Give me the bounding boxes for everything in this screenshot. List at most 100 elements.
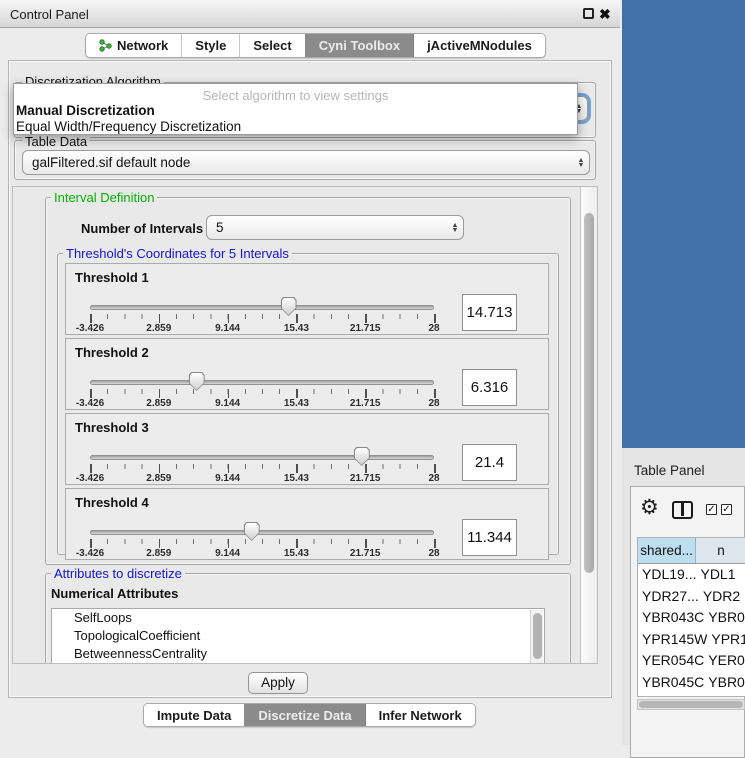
cell-shared-name[interactable]: YDL19...: [638, 564, 696, 586]
cell-name[interactable]: YBR0: [704, 607, 745, 629]
threshold-row: Threshold 3 21.4 -3.4262.8599.14415.4321…: [65, 413, 549, 485]
attribute-list-item[interactable]: SelfLoops: [52, 609, 544, 627]
slider-minor-ticks: [90, 389, 435, 394]
cell-name[interactable]: YPR1: [707, 629, 745, 651]
slider-major-tick: [365, 389, 367, 398]
gear-icon[interactable]: ⚙: [640, 495, 659, 520]
slider-tick-label: 21.715: [350, 473, 381, 484]
list-scrollbar-thumb[interactable]: [533, 613, 542, 659]
slider-tick-label: 28: [428, 398, 439, 409]
settings-scrollbar[interactable]: [580, 187, 597, 663]
network-window-frame: GAL80GCGAL11GAL4GCY1HHAP2: [622, 0, 745, 448]
panel-title: Control Panel: [10, 7, 89, 22]
slider-major-tick: [90, 314, 92, 323]
cell-shared-name[interactable]: YBR045C: [638, 672, 704, 694]
table-row[interactable]: YDR27...YDR2: [638, 586, 745, 608]
close-icon[interactable]: ✖: [599, 6, 611, 23]
cell-name[interactable]: YBL0: [705, 693, 745, 697]
threshold-value-field[interactable]: 21.4: [462, 444, 517, 481]
attribute-list-item[interactable]: BetweennessCentrality: [52, 645, 544, 663]
cell-name[interactable]: YBR0: [704, 672, 745, 694]
tab-jactivemnodules[interactable]: jActiveMNodules: [413, 34, 545, 57]
threshold-value-field[interactable]: 11.344: [462, 519, 517, 556]
network-icon: [99, 39, 112, 52]
list-scrollbar[interactable]: [530, 610, 543, 664]
slider-major-tick: [159, 389, 161, 398]
cell-name[interactable]: YDR2: [699, 586, 745, 608]
top-tabbar: Network Style Select Cyni ToolboxjActiveMNo…: [85, 33, 546, 58]
cell-shared-name[interactable]: YDR27...: [638, 586, 699, 608]
checkbox-icon[interactable]: ✓: [706, 504, 717, 515]
slider-major-tick: [434, 314, 436, 323]
slider-tick-label: 15.43: [284, 398, 309, 409]
column-header-name[interactable]: n: [696, 538, 745, 563]
attribute-list-item[interactable]: TopologicalCoefficient: [52, 627, 544, 645]
threshold-slider-track[interactable]: [90, 530, 434, 535]
tab-network[interactable]: Network: [86, 34, 181, 57]
threshold-slider-track[interactable]: [90, 455, 434, 460]
table-row[interactable]: YPR145WYPR1: [638, 629, 745, 651]
threshold-slider-track[interactable]: [90, 305, 434, 310]
slider-major-tick: [365, 464, 367, 473]
tab-label: Network: [117, 38, 168, 53]
number-of-intervals-value: 5: [207, 220, 447, 235]
cell-name[interactable]: YER0: [704, 650, 745, 672]
table-toolbar: ⚙ ✓ ✓: [631, 487, 744, 535]
combo-stepper-icon: ▲▼: [447, 216, 463, 239]
slider-major-tick: [365, 539, 367, 548]
cell-shared-name[interactable]: YPR145W: [638, 629, 707, 651]
algorithm-option-equal-width[interactable]: Equal Width/Frequency Discretization: [16, 119, 241, 134]
slider-tick-label: 28: [428, 323, 439, 334]
tab-select[interactable]: Select: [239, 34, 304, 57]
tab-label: Style: [195, 38, 226, 53]
slider-major-tick: [434, 539, 436, 548]
threshold-label: Threshold 4: [75, 495, 149, 510]
apply-button[interactable]: Apply: [248, 672, 308, 694]
settings-scrollbar-thumb[interactable]: [584, 213, 594, 573]
table-row[interactable]: YBR045CYBR0: [638, 672, 745, 694]
attributes-group-title: Attributes to discretize: [51, 566, 185, 581]
table-row[interactable]: YBL079WYBL0: [638, 693, 745, 697]
algorithm-option-manual[interactable]: Manual Discretization: [16, 103, 155, 118]
cell-shared-name[interactable]: YBL079W: [638, 693, 705, 697]
split-columns-icon[interactable]: [672, 501, 693, 519]
table-panel-area: Table Panel ⚙ ✓ ✓ shared... n YDL19...YD…: [622, 448, 745, 745]
table-hscrollbar[interactable]: [637, 699, 745, 710]
numerical-attributes-list[interactable]: SelfLoopsTopologicalCoefficientBetweenne…: [51, 608, 545, 664]
slider-tick-label: -3.426: [76, 398, 104, 409]
tab-label: Impute Data: [157, 708, 231, 723]
slider-tick-label: 28: [428, 473, 439, 484]
slider-tick-label: 9.144: [215, 473, 240, 484]
combo-stepper-icon: ▲▼: [573, 151, 589, 174]
node-table[interactable]: shared... n YDL19...YDL1YDR27...YDR2YBR0…: [637, 537, 745, 697]
float-window-icon[interactable]: [583, 8, 594, 19]
slider-major-tick: [296, 539, 298, 548]
slider-major-tick: [159, 314, 161, 323]
table-data-combobox[interactable]: galFiltered.sif default node ▲▼: [22, 150, 590, 175]
cell-shared-name[interactable]: YBR043C: [638, 607, 704, 629]
slider-major-tick: [296, 464, 298, 473]
tab-discretize-data[interactable]: Discretize Data: [244, 704, 364, 726]
cell-shared-name[interactable]: YER054C: [638, 650, 704, 672]
tab-label: Select: [253, 38, 291, 53]
checkbox-icon[interactable]: ✓: [721, 504, 732, 515]
threshold-slider-track[interactable]: [90, 380, 434, 385]
tab-infer-network[interactable]: Infer Network: [365, 704, 475, 726]
tab-impute-data[interactable]: Impute Data: [144, 704, 244, 726]
threshold-value-field[interactable]: 14.713: [462, 294, 517, 331]
table-data-value: galFiltered.sif default node: [23, 155, 573, 170]
column-header-shared-name[interactable]: shared...: [638, 538, 696, 563]
number-of-intervals-combobox[interactable]: 5 ▲▼: [206, 215, 464, 240]
algorithm-dropdown-popup: Select algorithm to view settings Manual…: [13, 83, 578, 135]
threshold-value-field[interactable]: 6.316: [462, 369, 517, 406]
tab-cyni-toolbox[interactable]: Cyni Toolbox: [305, 34, 413, 57]
threshold-label: Threshold 2: [75, 345, 149, 360]
table-row[interactable]: YBR043CYBR0: [638, 607, 745, 629]
control-panel-titlebar: Control Panel ✖: [0, 0, 620, 28]
table-hscrollbar-thumb[interactable]: [639, 701, 743, 708]
cell-name[interactable]: YDL1: [696, 564, 745, 586]
table-row[interactable]: YDL19...YDL1: [638, 564, 745, 586]
number-of-intervals-label: Number of Intervals: [81, 221, 203, 236]
table-row[interactable]: YER054CYER0: [638, 650, 745, 672]
tab-style[interactable]: Style: [181, 34, 239, 57]
